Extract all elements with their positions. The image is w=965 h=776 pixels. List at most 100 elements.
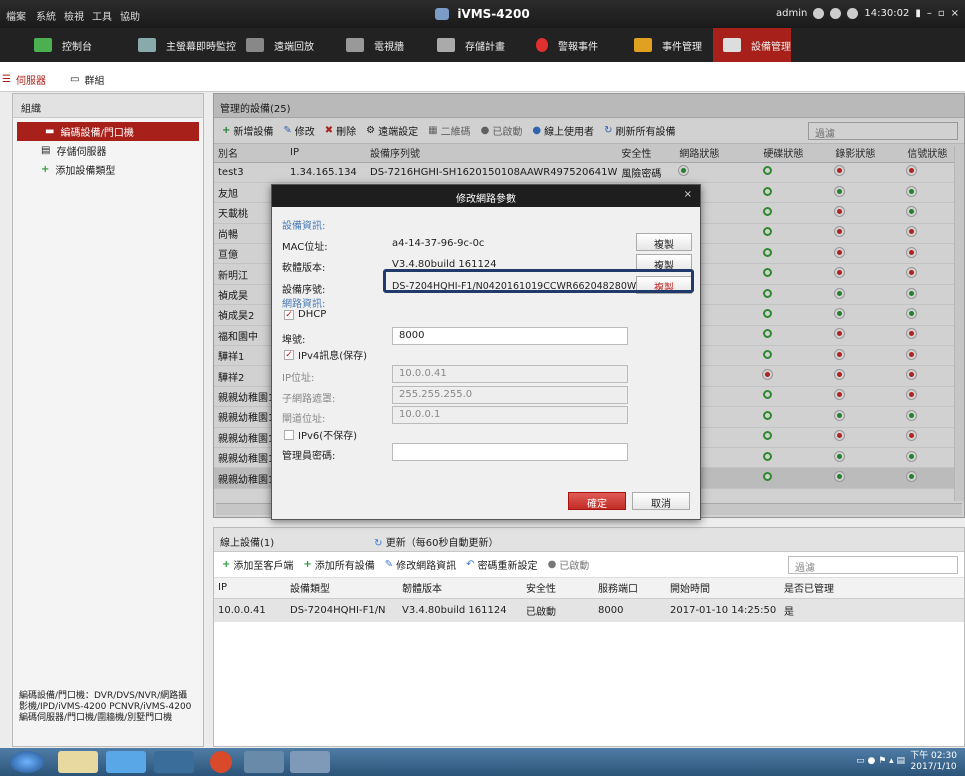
- org-item-storage-server[interactable]: ▤ 存儲伺服器: [13, 141, 203, 160]
- checkbox-icon: [284, 429, 294, 440]
- table-row[interactable]: 10.0.0.41 DS-7204HQHI-F1/N V3.4.80build 16…: [214, 598, 964, 622]
- modify-network-button[interactable]: ✎ 修改網路資訊: [385, 557, 456, 572]
- ivms-icon[interactable]: [244, 751, 284, 773]
- checkmark-icon: ✓: [284, 309, 294, 320]
- network-info-section: 網路資訊:: [282, 299, 326, 310]
- column-header[interactable]: IP: [214, 578, 286, 599]
- mac-label: MAC位址:: [282, 242, 328, 253]
- device-info-section: 設備資訊:: [282, 221, 326, 232]
- edit-icon: ✎: [384, 559, 394, 570]
- device-icon: [723, 38, 741, 52]
- admin-password-input[interactable]: [392, 443, 628, 461]
- tab-server[interactable]: ☰ 伺服器: [2, 72, 46, 87]
- column-header[interactable]: 是否已管理: [780, 578, 964, 599]
- activated-button[interactable]: ● 已啟動: [548, 557, 590, 572]
- serial-highlight-frame: [383, 269, 694, 293]
- column-header[interactable]: 服務端口: [594, 578, 666, 599]
- add-icon: +: [41, 164, 50, 175]
- app-logo-icon: [435, 8, 450, 20]
- explorer-icon[interactable]: [58, 751, 98, 773]
- menu-bar: 檔案 系統 檢視 工具 協助 iVMS-4200 admin 14:30:02 …: [0, 0, 965, 28]
- media-player-icon[interactable]: [154, 751, 194, 773]
- gateway-label: 閘道位址:: [282, 414, 326, 425]
- cancel-button[interactable]: 取消: [632, 492, 690, 510]
- online-devices-header: 線上設備(1): [220, 538, 275, 549]
- sub-tabs: ☰ 伺服器 ▭ 群組: [0, 62, 965, 92]
- taskbar: ▭ ● ⚑ ▴ ▤ 下午 02:30 2017/1/10: [0, 748, 965, 776]
- module-event-management[interactable]: 事件管理: [620, 28, 710, 62]
- close-icon[interactable]: ×: [684, 189, 692, 200]
- chrome-icon[interactable]: [210, 751, 232, 773]
- module-control-panel[interactable]: 控制台: [20, 28, 120, 62]
- module-alarm-event[interactable]: 警報事件: [522, 28, 617, 62]
- copy-mac-button[interactable]: 複製: [636, 233, 692, 251]
- ipv4-checkbox[interactable]: ✓ IPv4訊息(保存): [284, 347, 367, 362]
- auto-refresh-button[interactable]: ↻ 更新（每60秒自動更新）: [374, 534, 498, 549]
- ivms-app-icon[interactable]: [290, 751, 330, 773]
- module-playback[interactable]: 遠端回放: [232, 28, 327, 62]
- modify-network-dialog: 修改網路參數 × 設備資訊: MAC位址: a4-14-37-96-9c-0c 複…: [271, 184, 701, 520]
- column-header[interactable]: 韌體版本: [398, 578, 522, 599]
- ie-icon[interactable]: [106, 751, 146, 773]
- video-wall-icon: [346, 38, 364, 52]
- ip-input[interactable]: 10.0.0.41: [392, 365, 628, 383]
- storage-icon: [437, 38, 455, 52]
- checkmark-icon: ✓: [284, 349, 294, 360]
- ipv6-checkbox[interactable]: IPv6(不保存): [284, 427, 357, 442]
- add-icon: +: [222, 559, 231, 570]
- group-icon: ▭: [70, 74, 80, 85]
- alarm-icon: [536, 38, 548, 52]
- ip-label: IP位址:: [282, 373, 315, 384]
- lock-screen-icon[interactable]: ▮: [915, 8, 921, 19]
- device-icon: ▬: [45, 126, 55, 137]
- online-toolbar: + 添加至客戶端 + 添加所有設備 ✎ 修改網路資訊 ↶ 密碼重新設定 ● 已啟動 過濾: [214, 552, 964, 578]
- column-header[interactable]: 安全性: [522, 578, 594, 599]
- restore-icon[interactable]: ▫: [938, 8, 945, 19]
- server-icon: ▤: [41, 145, 51, 156]
- org-item-add-device-type[interactable]: + 添加設備類型: [13, 160, 203, 179]
- start-button[interactable]: [10, 751, 44, 773]
- playback-icon: [246, 38, 264, 52]
- subnet-mask-label: 子網路遮罩:: [282, 394, 336, 405]
- org-item-encoding-device[interactable]: ▬ 編碼設備/門口機: [17, 122, 199, 141]
- cell: 10.0.0.41: [214, 598, 286, 622]
- dhcp-checkbox[interactable]: ✓ DHCP: [284, 309, 326, 320]
- online-filter-input[interactable]: 過濾: [788, 556, 958, 574]
- tab-group[interactable]: ▭ 群組: [70, 72, 104, 87]
- ok-button[interactable]: 確定: [568, 492, 626, 510]
- monitor-icon: [138, 38, 156, 52]
- minimize-icon[interactable]: –: [927, 8, 932, 19]
- cell: 是: [780, 598, 964, 622]
- reset-password-button[interactable]: ↶ 密碼重新設定: [466, 557, 537, 572]
- close-icon[interactable]: ×: [951, 8, 959, 19]
- event-icon: [634, 38, 652, 52]
- grid-icon: [34, 38, 52, 52]
- clock: 14:30:02: [864, 8, 910, 19]
- module-device-management[interactable]: 設備管理: [713, 28, 791, 62]
- online-devices-panel: 線上設備(1) ↻ 更新（每60秒自動更新） + 添加至客戶端 + 添加所有設備 ✎…: [213, 527, 965, 747]
- reset-icon: ↶: [466, 559, 475, 570]
- port-input[interactable]: 8000: [392, 327, 628, 345]
- gateway-input[interactable]: 10.0.0.1: [392, 406, 628, 424]
- taskbar-clock[interactable]: 下午 02:30 2017/1/10: [910, 751, 957, 773]
- lock-icon[interactable]: [830, 8, 842, 19]
- add-to-client-button[interactable]: + 添加至客戶端: [222, 557, 293, 572]
- port-label: 埠號:: [282, 335, 306, 346]
- module-storage-schedule[interactable]: 存儲計畫: [423, 28, 518, 62]
- add-all-devices-button[interactable]: + 添加所有設備: [303, 557, 374, 572]
- subnet-mask-input[interactable]: 255.255.255.0: [392, 386, 628, 404]
- module-video-wall[interactable]: 電視牆: [332, 28, 417, 62]
- online-device-table: IP 設備類型 韌體版本 安全性 服務端口 開始時間 是否已管理 10.0.0.41 DS-7…: [214, 578, 964, 622]
- column-header[interactable]: 開始時間: [666, 578, 780, 599]
- settings-icon[interactable]: [813, 8, 825, 19]
- tray-icons[interactable]: ▭ ● ⚑ ▴ ▤: [856, 756, 905, 766]
- firmware-label: 軟體版本:: [282, 263, 326, 274]
- calendar-icon[interactable]: [847, 8, 859, 19]
- dialog-title: 修改網路參數: [456, 194, 516, 205]
- serial-label: 設備序號:: [282, 285, 326, 296]
- module-bar: 控制台 主螢幕即時監控 遠端回放 電視牆 存儲計畫 警報事件 事件管理 設備管理: [0, 28, 965, 62]
- add-icon: +: [303, 559, 312, 570]
- cell: DS-7204HQHI-F1/N: [286, 598, 398, 622]
- organization-panel: 組織 ▬ 編碼設備/門口機 ▤ 存儲伺服器 + 添加設備類型 編碼設備/門口機：DVR…: [12, 93, 204, 747]
- column-header[interactable]: 設備類型: [286, 578, 398, 599]
